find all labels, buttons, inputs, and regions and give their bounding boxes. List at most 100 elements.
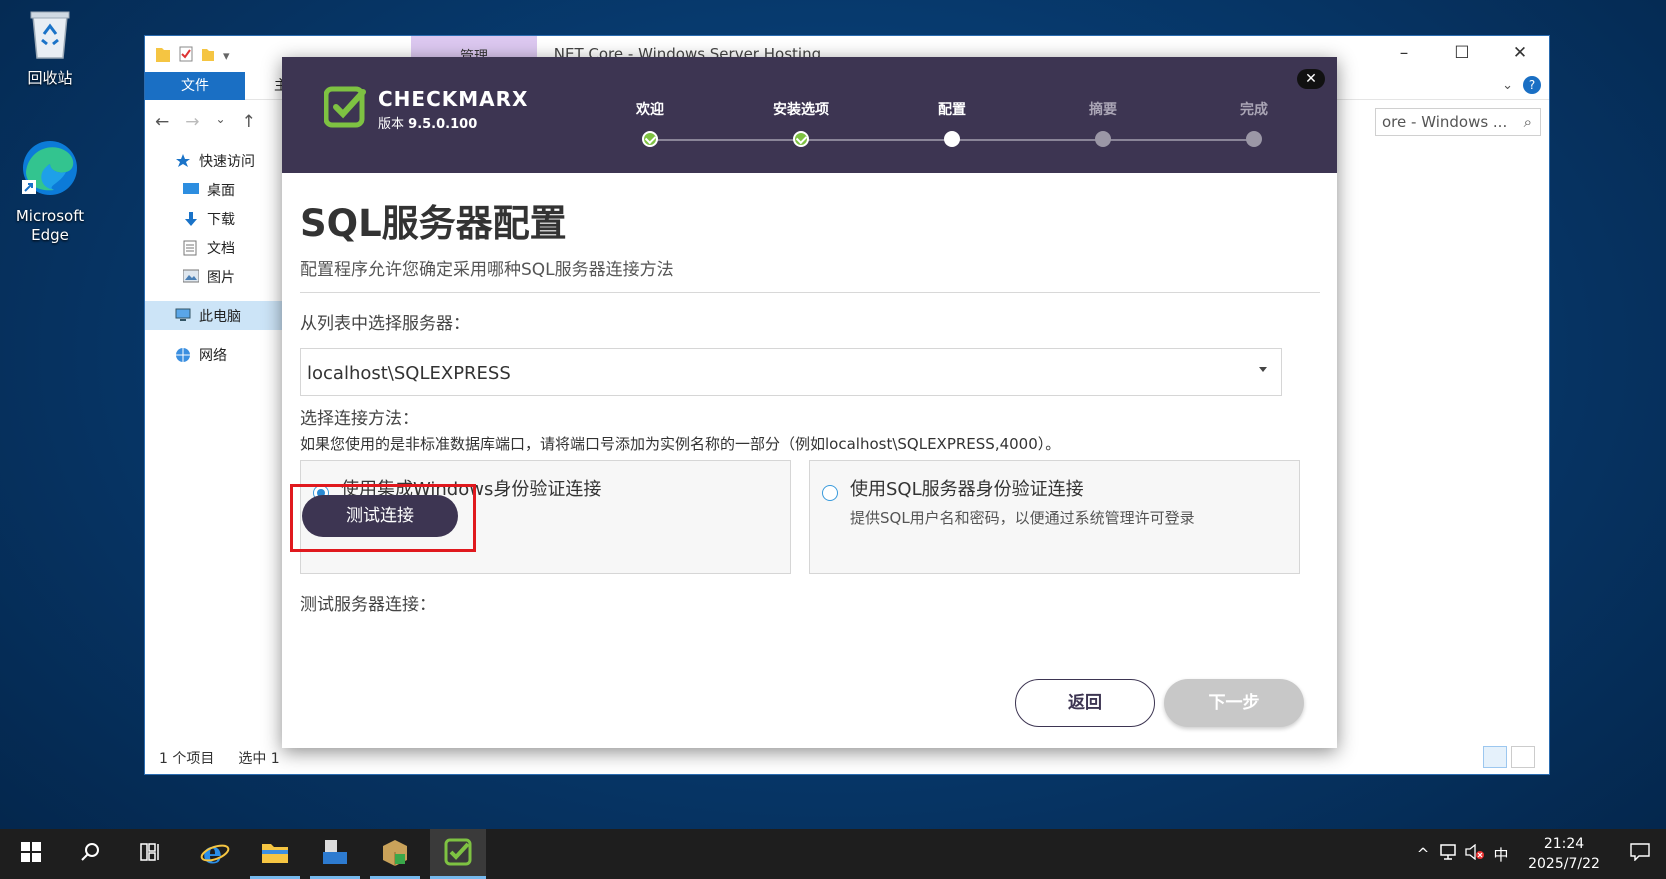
notification-icon — [1630, 843, 1650, 865]
navigation-pane: 快速访问 桌面 下载 文档 图片 此电脑 网络 — [145, 146, 285, 369]
minimize-icon[interactable]: – — [1375, 36, 1433, 70]
recycle-bin-label: 回收站 — [27, 69, 73, 87]
taskbar-server-manager[interactable] — [310, 829, 360, 879]
file-explorer-icon — [261, 840, 289, 868]
option-sql-desc: 提供SQL用户名和密码，以便通过系统管理许可登录 — [850, 509, 1195, 527]
taskbar-checkmarx[interactable] — [430, 829, 486, 879]
nav-this-pc[interactable]: 此电脑 — [145, 301, 285, 330]
forward-arrow-icon[interactable]: → — [185, 112, 199, 132]
details-view-icon[interactable] — [1483, 746, 1507, 768]
start-button[interactable] — [6, 829, 56, 879]
system-tray: ^ 中 21:24 2025/7/22 — [1410, 829, 1666, 879]
nav-quick-access[interactable]: 快速访问 — [145, 146, 285, 175]
quick-access-toolbar: ▾ — [155, 45, 230, 67]
search-button[interactable] — [66, 829, 116, 879]
method-label: 选择连接方法： — [300, 409, 419, 429]
checkmarx-logo: CHECKMARX 版本 9.5.0.100 — [323, 85, 529, 133]
version-info: 版本 9.5.0.100 — [378, 116, 478, 132]
computer-icon — [175, 308, 193, 324]
folder-icon[interactable] — [155, 45, 171, 67]
help-icon[interactable]: ? — [1523, 76, 1541, 94]
star-icon — [175, 153, 193, 169]
document-icon — [183, 240, 201, 256]
recycle-bin-shortcut[interactable]: 回收站 — [2, 8, 98, 88]
notification-button[interactable] — [1614, 843, 1666, 865]
step-pending-icon — [1246, 131, 1262, 147]
edge-shortcut[interactable]: Microsoft Edge — [2, 138, 98, 245]
server-select-value: localhost\SQLEXPRESS — [307, 363, 511, 384]
selected-count: 选中 1 — [238, 751, 280, 767]
expand-ribbon-icon[interactable]: ⌄ — [1502, 78, 1513, 93]
step-done-icon — [642, 131, 658, 147]
back-button[interactable]: 返回 — [1015, 679, 1155, 727]
back-arrow-icon[interactable]: ← — [155, 112, 169, 132]
large-icons-view-icon[interactable] — [1511, 746, 1535, 768]
server-manager-icon — [321, 838, 349, 870]
taskbar-file-explorer[interactable] — [250, 829, 300, 879]
checkmarx-icon — [444, 838, 472, 870]
installer-dialog: CHECKMARX 版本 9.5.0.100 欢迎 安装选项 配置 摘要 完成 … — [282, 57, 1337, 748]
step-finish: 完成 — [1209, 99, 1299, 147]
page-subtitle: 配置程序允许您确定采用哪种SQL服务器连接方法 — [300, 260, 674, 280]
dialog-close-button[interactable]: ✕ — [1297, 69, 1325, 89]
clock-time: 21:24 — [1543, 836, 1585, 852]
step-summary: 摘要 — [1058, 99, 1148, 147]
server-select[interactable]: localhost\SQLEXPRESS — [300, 348, 1282, 396]
highlight-box: 测试连接 — [290, 484, 476, 552]
step-configuration: 配置 — [907, 99, 997, 147]
nav-pictures[interactable]: 图片 — [145, 262, 285, 291]
file-tab[interactable]: 文件 — [145, 72, 245, 100]
recent-dropdown-icon[interactable]: ⌄ — [216, 112, 226, 132]
task-view-icon — [140, 843, 162, 865]
status-bar: 1 个项目 选中 1 — [159, 748, 280, 768]
desktop-icon — [183, 182, 201, 198]
up-arrow-icon[interactable]: ↑ — [242, 112, 256, 132]
edge-label: Microsoft Edge — [15, 207, 85, 244]
picture-icon — [182, 269, 201, 285]
option-sql-auth[interactable]: 使用SQL服务器身份验证连接 提供SQL用户名和密码，以便通过系统管理许可登录 — [809, 460, 1300, 574]
package-icon — [381, 838, 409, 870]
test-connection-label: 测试服务器连接： — [300, 595, 436, 615]
chevron-down-icon — [1259, 367, 1267, 372]
volume-muted-icon[interactable] — [1462, 843, 1488, 864]
network-icon[interactable] — [1436, 844, 1462, 864]
item-count: 1 个项目 — [159, 751, 215, 767]
test-connection-button[interactable]: 测试连接 — [302, 495, 458, 537]
search-icon: ⌕ — [1523, 113, 1532, 131]
port-hint: 如果您使用的是非标准数据库端口，请将端口号添加为实例名称的一部分（例如local… — [300, 435, 1061, 453]
checkmarx-logo-icon — [323, 85, 368, 133]
taskbar-internet-explorer[interactable]: e — [190, 829, 240, 879]
nav-desktop[interactable]: 桌面 — [145, 175, 285, 204]
server-label: 从列表中选择服务器： — [300, 314, 470, 334]
ime-indicator[interactable]: 中 — [1488, 844, 1514, 865]
edge-icon — [2, 138, 98, 203]
maximize-icon[interactable]: ☐ — [1433, 36, 1491, 70]
divider — [300, 292, 1320, 293]
option-sql-title: 使用SQL服务器身份验证连接 — [850, 479, 1084, 500]
windows-logo-icon — [21, 842, 41, 866]
step-welcome: 欢迎 — [605, 99, 695, 147]
view-buttons — [1483, 746, 1535, 768]
dropdown-arrow-icon[interactable]: ▾ — [223, 49, 230, 64]
recycle-bin-icon — [2, 8, 98, 65]
wizard-steps: 欢迎 安装选项 配置 摘要 完成 — [634, 99, 1268, 149]
download-icon — [183, 211, 201, 227]
close-window-icon[interactable]: ✕ — [1491, 36, 1549, 70]
new-folder-icon[interactable] — [201, 46, 215, 66]
chevron-up-icon[interactable]: ^ — [1410, 845, 1436, 863]
nav-downloads[interactable]: 下载 — [145, 204, 285, 233]
nav-network[interactable]: 网络 — [145, 340, 285, 369]
search-icon — [81, 842, 101, 866]
taskbar-installer-package[interactable] — [370, 829, 420, 879]
search-box[interactable]: ore - Windows ... ⌕ — [1375, 108, 1541, 136]
step-current-icon — [944, 131, 960, 147]
radio-sql-auth[interactable] — [822, 485, 838, 501]
task-view-button[interactable] — [126, 829, 176, 879]
taskbar: e ^ 中 21:24 2025/7/22 — [0, 829, 1666, 879]
next-button[interactable]: 下一步 — [1164, 679, 1304, 727]
dialog-header: CHECKMARX 版本 9.5.0.100 欢迎 安装选项 配置 摘要 完成 … — [282, 57, 1337, 173]
nav-documents[interactable]: 文档 — [145, 233, 285, 262]
clock[interactable]: 21:24 2025/7/22 — [1514, 834, 1614, 874]
properties-icon[interactable] — [179, 46, 193, 66]
brand-name: CHECKMARX — [378, 86, 529, 111]
